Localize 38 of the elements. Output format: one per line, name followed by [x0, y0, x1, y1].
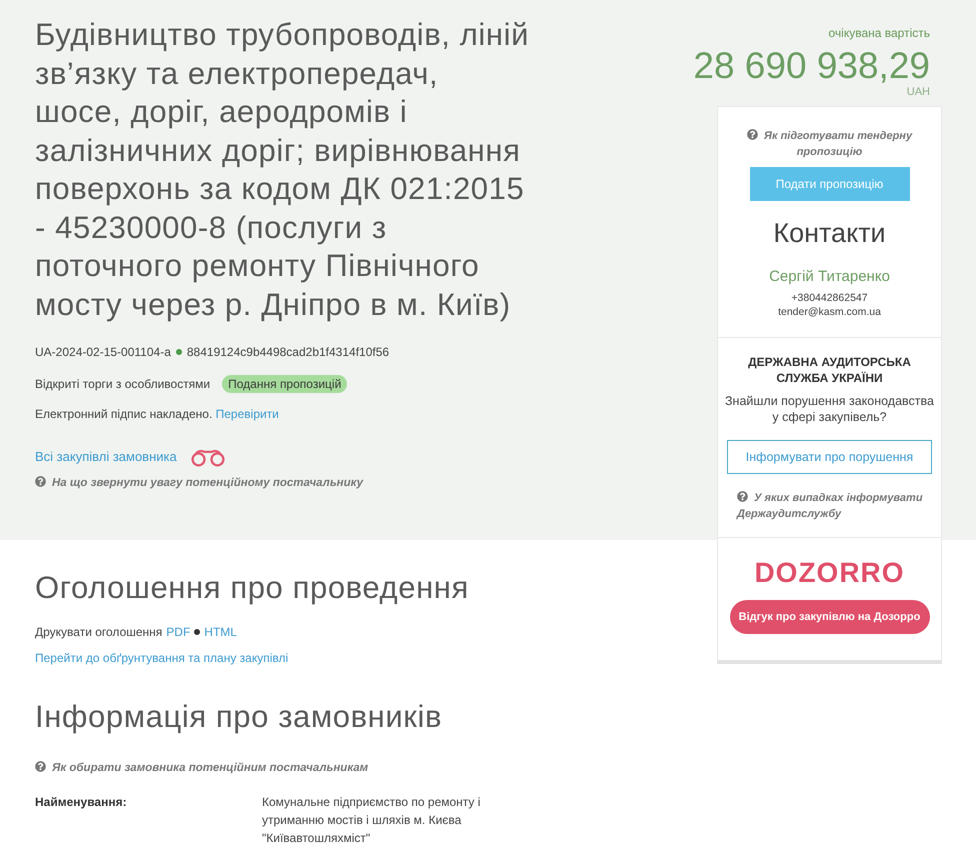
contact-name: Сергій Титаренко: [769, 267, 890, 287]
section-heading: Оголошення про проведення: [35, 569, 469, 607]
print-format-link[interactable]: HTML: [204, 624, 237, 640]
help-icon: [746, 129, 758, 140]
field-value: Комунальне підприємство по ремонту і утриманню мостів і шляхів м. Києва "Київавтошляхміст": [262, 794, 482, 847]
status-badge: Подання пропозицій: [222, 375, 348, 393]
currency-label: UAH: [906, 86, 930, 98]
contact-email: tender@kasm.com.ua: [778, 305, 881, 319]
audit-question: Знайшли порушення законодавства у сфері закупівель?: [724, 393, 935, 425]
field-label: Найменування:: [35, 794, 128, 811]
tender-id: UA-2024-02-15-001104-a: [35, 344, 171, 360]
signature-text: Електронний підпис накладено.: [35, 407, 214, 421]
plan-link[interactable]: Перейти до обґрунтування та плану закупівлі: [35, 650, 288, 666]
submit-bid-button[interactable]: Подати пропозицію: [750, 167, 910, 201]
value-caption: очікувана вартість: [828, 26, 930, 40]
help-link[interactable]: Як обирати замовника потенційним постачальникам: [35, 760, 368, 776]
contact-phone: +380442862547: [791, 291, 868, 305]
print-format-link[interactable]: PDF: [166, 624, 190, 640]
help-link[interactable]: Як підготувати тендерну пропозицію: [728, 128, 931, 160]
report-violation-button[interactable]: Інформувати про порушення: [727, 440, 932, 474]
expected-value: 28 690 938,29: [693, 46, 930, 86]
help-link[interactable]: У яких випадках інформувати Держаудитслужбу: [727, 490, 932, 522]
help-icon: [35, 476, 46, 487]
print-label: Друкувати оголошення: [35, 624, 162, 640]
dozorro-feedback-button[interactable]: Відгук про закупівлю на Дозорро: [730, 600, 930, 634]
section-heading: Інформація про замовників: [35, 698, 442, 736]
contacts-heading: Контакти: [773, 217, 886, 249]
binoculars-icon: [190, 448, 225, 466]
tender-title: Будівництво трубопроводів, ліній зв’язку та електропередач, шосе, доріг, аеродромів і залізничних доріг; вирівнювання поверхонь за кодом ДК 021:2015 - 45230000-8 (послуги з поточного ремонту Північного мосту через р. Дніпро в м. Київ): [35, 16, 530, 324]
dozorro-logo: DOZORRO: [754, 558, 905, 588]
help-icon: [35, 761, 46, 772]
audit-service-title: ДЕРЖАВНА АУДИТОРСЬКА СЛУЖБА УКРАЇНИ: [747, 354, 912, 386]
tender-hash: 88419124c9b4498cad2b1f4314f10f56: [186, 344, 390, 360]
help-icon: [737, 491, 748, 502]
procedure-type: Відкриті торги з особливостями: [35, 376, 210, 393]
verify-link[interactable]: Перевірити: [216, 407, 279, 421]
buyer-tenders-link[interactable]: Всі закупівлі замовника: [35, 447, 177, 467]
help-link[interactable]: На що звернути увагу потенційному постачальнику: [35, 475, 363, 491]
